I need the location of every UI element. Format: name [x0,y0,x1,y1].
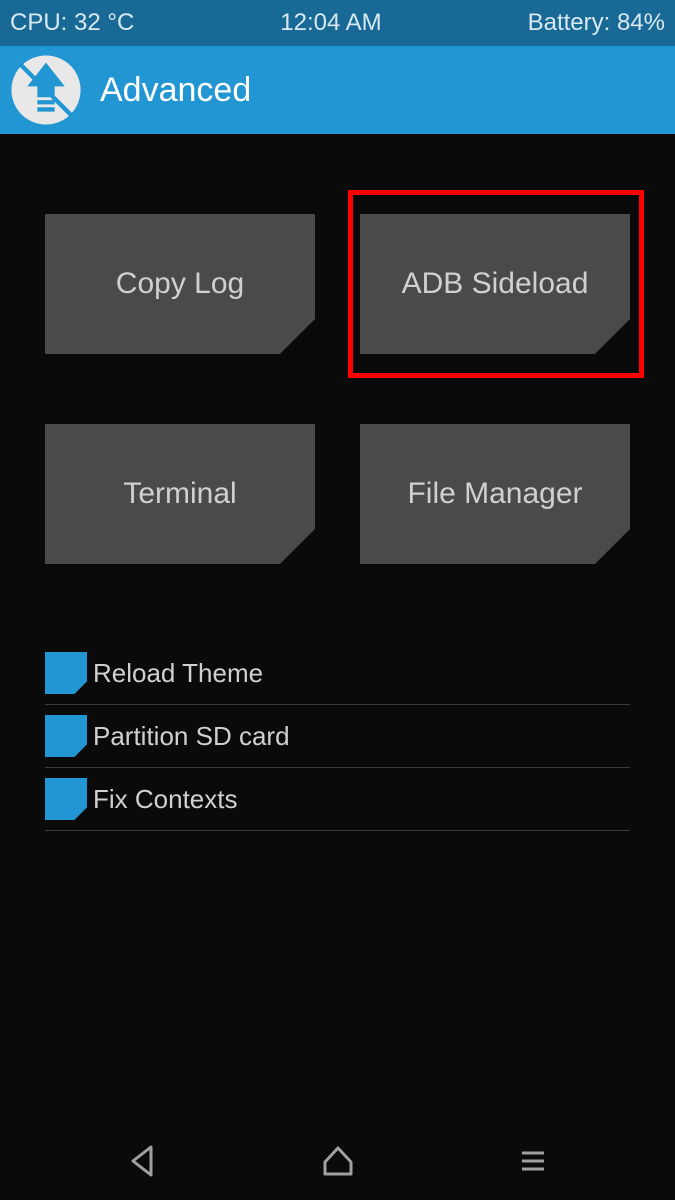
back-icon [125,1143,161,1179]
list-section: Reload Theme Partition SD card Fix Conte… [45,642,630,831]
reload-theme-item[interactable]: Reload Theme [45,642,630,705]
partition-sd-label: Partition SD card [93,721,290,752]
cpu-temp: CPU: 32 °C [10,9,134,37]
folder-icon [45,715,87,757]
folder-icon [45,778,87,820]
fix-contexts-item[interactable]: Fix Contexts [45,768,630,831]
file-manager-label: File Manager [407,477,582,511]
battery-level: Battery: 84% [528,9,665,37]
header: Advanced [0,46,675,134]
clock: 12:04 AM [280,9,381,37]
file-manager-button[interactable]: File Manager [360,424,630,564]
nav-bar [0,1122,675,1200]
terminal-label: Terminal [123,477,236,511]
back-button[interactable] [119,1137,167,1185]
twrp-logo-icon [10,54,82,126]
home-icon [319,1142,357,1180]
folder-icon [45,652,87,694]
status-bar: CPU: 32 °C 12:04 AM Battery: 84% [0,0,675,46]
adb-sideload-button[interactable]: ADB Sideload [360,214,630,354]
adb-sideload-label: ADB Sideload [402,267,589,301]
button-grid: Copy Log ADB Sideload Terminal File Mana… [45,214,630,564]
fix-contexts-label: Fix Contexts [93,784,238,815]
copy-log-button[interactable]: Copy Log [45,214,315,354]
copy-log-label: Copy Log [116,267,244,301]
reload-theme-label: Reload Theme [93,658,263,689]
menu-button[interactable] [509,1137,557,1185]
page-title: Advanced [100,71,251,110]
partition-sd-item[interactable]: Partition SD card [45,705,630,768]
menu-icon [516,1144,550,1178]
terminal-button[interactable]: Terminal [45,424,315,564]
home-button[interactable] [314,1137,362,1185]
content-area: Copy Log ADB Sideload Terminal File Mana… [0,134,675,831]
